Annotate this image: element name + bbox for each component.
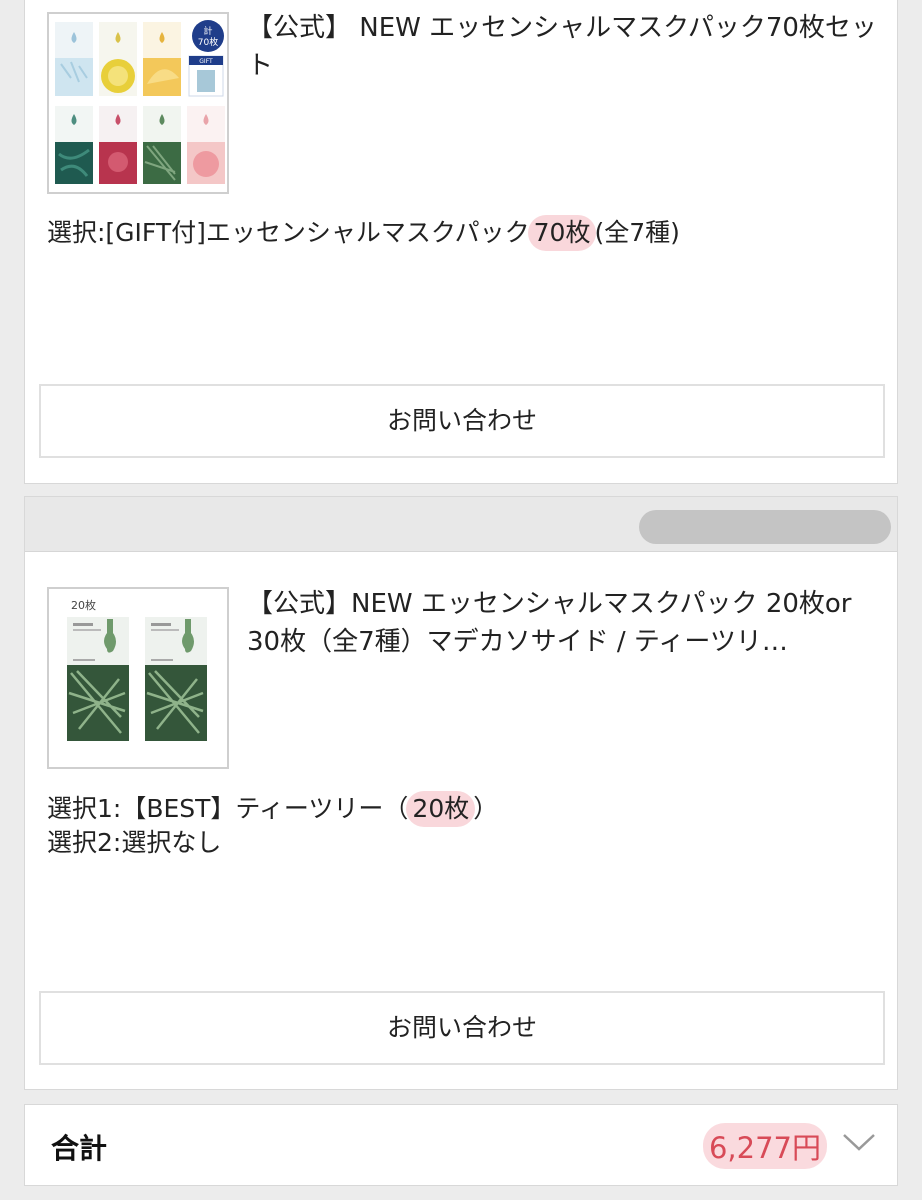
badge-top-text: 計	[203, 25, 212, 37]
order-total-bar[interactable]: 合計 6,277円	[24, 1104, 898, 1186]
product-title[interactable]: 【公式】 NEW エッセンシャルマスクパック70枚セット	[247, 9, 879, 85]
option-suffix: (全7種)	[594, 218, 680, 247]
total-price: 6,277円	[702, 1123, 827, 1169]
inquiry-button[interactable]: お問い合わせ	[39, 991, 885, 1065]
selected-option: 選択:[GIFT付]エッセンシャルマスクパック 70枚 (全7種)	[47, 215, 680, 251]
product-image-70-set[interactable]: 計 70枚 GIFT	[47, 12, 229, 194]
product-image-tea-tree[interactable]: 20枚	[47, 587, 229, 769]
option-suffix: ）	[473, 794, 499, 823]
total-label: 合計	[51, 1132, 108, 1165]
product-title[interactable]: 【公式】NEW エッセンシャルマスクパック 20枚or 30枚（全7種）マデカソ…	[247, 585, 879, 661]
order-item-card-1: 計 70枚 GIFT 【公式】 NEW エッセンシャルマスクパック70枚セット …	[24, 0, 898, 484]
pack-count-text: 20枚	[71, 598, 96, 612]
selected-option-2: 選択2:選択なし	[47, 828, 222, 857]
tea-tree-pack-illustration: 20枚	[49, 589, 227, 767]
selected-option-1: 選択1:【BEST】ティーツリー（ 20枚）	[47, 791, 498, 827]
redacted-info	[639, 510, 891, 544]
option-prefix: 選択:[GIFT付]エッセンシャルマスクパック	[47, 218, 530, 247]
card-header	[25, 497, 897, 552]
badge-bottom-text: 70枚	[198, 36, 218, 48]
gift-tag-text: GIFT	[199, 58, 213, 65]
option-quantity-highlight: 20枚	[406, 791, 476, 827]
inquiry-button[interactable]: お問い合わせ	[39, 384, 885, 458]
order-item-card-2: 20枚 【公式】NEW エッセンシャルマスクパック 20枚or 30枚（全7種）…	[24, 496, 898, 1090]
mask-pack-set-illustration: 計 70枚 GIFT	[49, 14, 227, 192]
chevron-down-icon[interactable]	[841, 1127, 877, 1155]
option-prefix: 選択1:【BEST】ティーツリー（	[47, 794, 409, 823]
option-quantity-highlight: 70枚	[527, 215, 597, 251]
